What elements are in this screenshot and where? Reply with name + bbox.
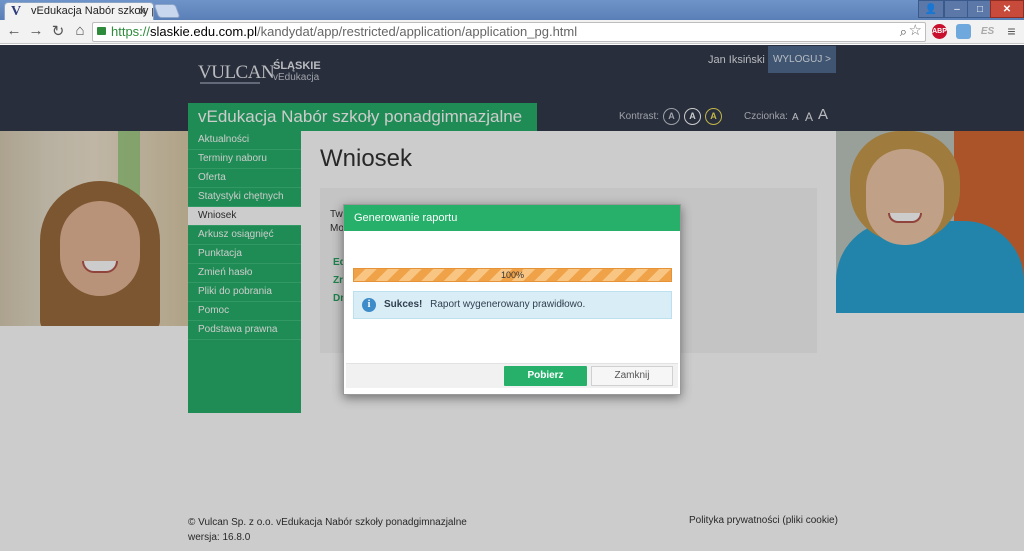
bookmark-star-icon[interactable]: ☆ <box>909 22 922 40</box>
extension-es-icon[interactable]: ES <box>980 24 995 39</box>
close-button[interactable]: Zamknij <box>591 366 673 386</box>
home-icon[interactable]: ⌂ <box>70 22 90 39</box>
alert-message: Raport wygenerowany prawidłowo. <box>430 299 586 310</box>
info-icon: i <box>362 298 376 312</box>
alert-strong: Sukces! <box>384 299 423 310</box>
browser-tab[interactable]: V vEdukacja Nabór szkoły p ✕ <box>4 2 154 20</box>
report-dialog: Generowanie raportu 100% i Sukces! Rapor… <box>343 204 681 395</box>
vulcan-favicon-icon: V <box>11 4 22 19</box>
reload-icon[interactable]: ↻ <box>48 22 68 40</box>
close-window-icon[interactable]: ✕ <box>990 0 1024 18</box>
success-alert: i Sukces! Raport wygenerowany prawidłowo… <box>353 291 672 319</box>
zoom-magnifier-icon[interactable]: ⌕ <box>900 23 907 41</box>
lock-icon <box>97 27 106 35</box>
tab-close-icon[interactable]: ✕ <box>138 5 147 18</box>
url-path: /kandydat/app/restricted/application/app… <box>256 24 578 39</box>
back-arrow-icon[interactable]: ← <box>4 22 24 39</box>
browser-menu-icon[interactable]: ≡ <box>1004 24 1019 39</box>
tab-title: vEdukacja Nabór szkoły p <box>31 5 154 17</box>
progress-bar: 100% <box>353 268 672 282</box>
url-scheme: https:// <box>111 24 151 39</box>
adblock-icon[interactable]: ABP <box>932 24 947 39</box>
dialog-footer: Pobierz Zamknij <box>346 363 678 388</box>
url-host: slaskie.edu.com.pl <box>150 24 257 39</box>
forward-arrow-icon[interactable]: → <box>26 22 46 39</box>
url-bar[interactable]: https://slaskie.edu.com.pl/kandydat/app/… <box>92 22 926 42</box>
dialog-title: Generowanie raportu <box>344 205 680 231</box>
new-tab-button[interactable] <box>153 4 181 18</box>
address-toolbar: ← → ↻ ⌂ https://slaskie.edu.com.pl/kandy… <box>0 20 1024 44</box>
download-button[interactable]: Pobierz <box>504 366 587 386</box>
extension-lock-icon[interactable] <box>956 24 971 39</box>
user-profile-icon[interactable]: 👤 <box>918 0 944 18</box>
browser-tab-bar: V vEdukacja Nabór szkoły p ✕ 👤 – □ ✕ <box>0 0 1024 20</box>
